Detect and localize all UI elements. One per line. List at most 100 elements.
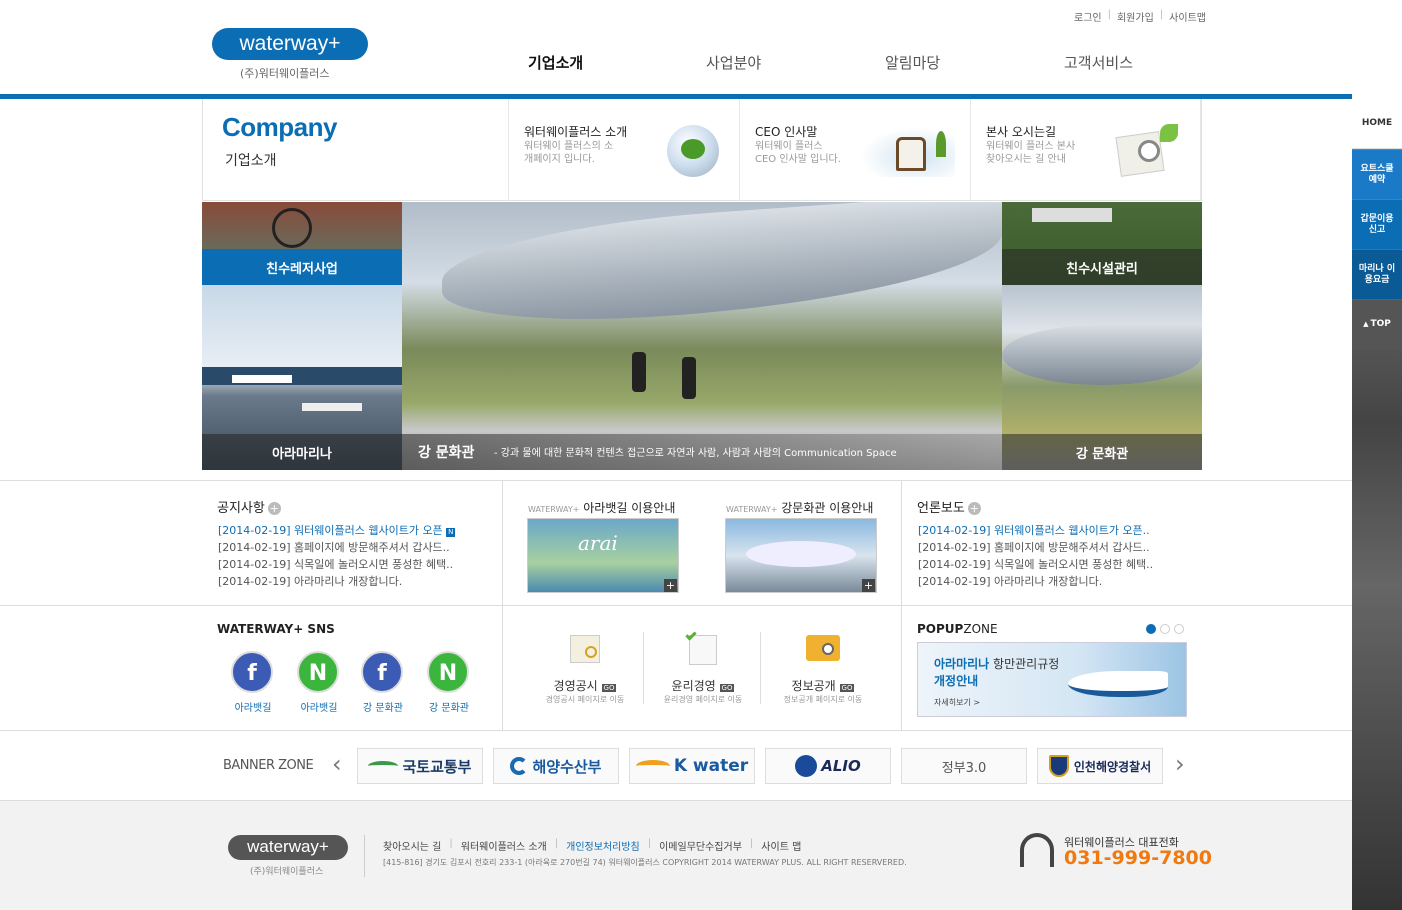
footer-logo-sub: (주)워터웨이플러스 (250, 867, 324, 877)
document-search-icon (570, 635, 600, 663)
divider (901, 480, 902, 730)
popup-title: POPUPZONE (917, 622, 998, 636)
tab-culture-hall[interactable]: 강 문화관 (1002, 434, 1202, 470)
mgmt-disclosure[interactable]: 경영공시 GO 경영공시 페이지로 이동 (545, 635, 625, 705)
main-visual-title: 강 문화관 (418, 445, 475, 461)
cycling-photo (202, 202, 402, 249)
popup-banner[interactable]: 아라마리나 항만관리규정 개정안내 자세히보기 > (917, 642, 1187, 717)
company-box-location[interactable]: 본사 오시는길 워터웨이 플러스 본사 찾아오시는 길 안내 (970, 99, 1201, 201)
company-title: Company (222, 112, 337, 142)
banner-molit[interactable]: 국토교통부 (357, 748, 483, 784)
banner-kwater[interactable]: K water (629, 748, 755, 784)
list-item[interactable]: [2014-02-19] 홈페이지에 방문해주셔서 갑사드.. (918, 539, 1153, 556)
footer-tel: 031-999-7800 (1064, 847, 1212, 869)
guide-hall-title: WATERWAY+ 강문화관 이용안내 (726, 501, 874, 515)
press-section: 언론보도 + (917, 497, 981, 516)
yacht-image (1068, 671, 1168, 697)
popup-pager (1146, 624, 1184, 634)
plus-icon[interactable]: + (664, 579, 677, 592)
pager-dot[interactable] (1146, 624, 1156, 634)
divider (0, 480, 1352, 481)
footer-logo[interactable]: waterway+ (228, 835, 348, 860)
mgmt-info[interactable]: 정보공개 GO 정보공개 페이지로 이동 (783, 635, 863, 705)
company-box-title: CEO 인사말 (755, 125, 818, 139)
footer-link[interactable]: 워터웨이플러스 소개 (461, 838, 547, 853)
pager-dot[interactable] (1160, 624, 1170, 634)
banner-coastguard[interactable]: 인천해양경찰서 (1037, 748, 1163, 784)
guide-ara-image[interactable]: arai + (527, 518, 679, 593)
checklist-icon (685, 629, 717, 665)
company-box-desc: 워터웨이 플러스의 소개페이지 입니다. (524, 141, 614, 165)
quick-marina-fee[interactable]: 마리나 이용요금 (1352, 250, 1402, 299)
login-link[interactable]: 로그인 (1074, 9, 1102, 24)
plus-icon[interactable]: + (967, 502, 981, 515)
alio-logo-icon (795, 755, 818, 777)
main-visual-desc: - 강과 물에 대한 문화적 컨텐츠 접근으로 자연과 사람, 사람과 사람의 … (494, 448, 897, 459)
main-visual: 친수레저사업 아라마리나 강 문화관 - 강과 물에 대한 문화적 컨텐츠 접근… (202, 202, 1202, 470)
footer-link[interactable]: 찾아오시는 길 (383, 838, 441, 853)
quick-lock-report[interactable]: 갑문이용 신고 (1352, 200, 1402, 249)
sns-label: 강 문화관 (363, 703, 403, 714)
list-item[interactable]: [2014-02-19] 워터웨이플러스 웹사이트가 오픈 N (218, 522, 456, 539)
banner-mof[interactable]: 해양수산부 (493, 748, 619, 784)
coastguard-badge-icon (1048, 755, 1069, 777)
tab-leisure[interactable]: 친수레저사업 (202, 249, 402, 285)
pager-dot[interactable] (1174, 624, 1184, 634)
list-item[interactable]: [2014-02-19] 아라마리나 개장합니다. (918, 573, 1153, 590)
sns-link[interactable]: f 강 문화관 (361, 651, 405, 714)
sns-label: 강 문화관 (429, 703, 469, 714)
banner-next-button[interactable]: › (1175, 752, 1185, 776)
quick-yacht-school[interactable]: 요트스쿨 예약 (1352, 150, 1402, 199)
tab-facility[interactable]: 친수시설관리 (1002, 249, 1202, 285)
guide-hall-image[interactable]: + (725, 518, 877, 593)
banner-prev-button[interactable]: ‹ (332, 752, 342, 776)
logo[interactable]: waterway+ (212, 28, 368, 60)
join-link[interactable]: 회원가입 (1117, 9, 1154, 24)
banner-alio[interactable]: ALIO (765, 748, 891, 784)
globe-tree-icon (667, 125, 719, 177)
list-item[interactable]: [2014-02-19] 식목일에 놀러오시면 풍성한 혜택.. (918, 556, 1153, 573)
company-box-intro[interactable]: 워터웨이플러스 소개 워터웨이 플러스의 소개페이지 입니다. (508, 99, 739, 201)
company-box-desc: 워터웨이 플러스 본사 찾아오시는 길 안내 (986, 141, 1076, 165)
quick-home[interactable]: HOME (1352, 99, 1402, 149)
sns-link[interactable]: N 아라뱃길 (297, 651, 341, 714)
divider (502, 480, 503, 730)
divider (0, 730, 1352, 731)
gnb-notice[interactable]: 알림마당 (885, 52, 940, 73)
list-item[interactable]: [2014-02-19] 아라마리나 개장합니다. (218, 573, 455, 590)
sns-link[interactable]: N 강 문화관 (427, 651, 471, 714)
plus-icon[interactable]: + (862, 579, 875, 592)
footer-link[interactable]: 사이트 맵 (761, 838, 801, 853)
company-box-ceo[interactable]: CEO 인사말 워터웨이 플러스 CEO 인사말 입니다. (739, 99, 970, 201)
logo-subtitle: (주)워터웨이플러스 (240, 67, 330, 80)
headset-icon (1020, 833, 1054, 867)
press-list: [2014-02-19] 워터웨이플러스 웹사이트가 오픈.. [2014-02… (918, 522, 1153, 590)
footer-link-privacy[interactable]: 개인정보처리방침 (566, 838, 640, 853)
list-item[interactable]: [2014-02-19] 식목일에 놀러오시면 풍성한 혜택.. (218, 556, 455, 573)
footer-link[interactable]: 이메일무단수집거부 (659, 838, 742, 853)
chair-icon (860, 127, 955, 177)
mgmt-ethics[interactable]: 윤리경영 GO 윤리경영 페이지로 이동 (663, 629, 743, 705)
company-box-desc: 워터웨이 플러스 CEO 인사말 입니다. (755, 141, 841, 165)
company-box-title: 본사 오시는길 (986, 125, 1057, 139)
sns-link[interactable]: f 아라뱃길 (231, 651, 275, 714)
notice-section: 공지사항 + (217, 497, 281, 516)
mof-logo-icon (510, 757, 529, 775)
gnb-business[interactable]: 사업분야 (706, 52, 761, 73)
tab-marina[interactable]: 아라마리나 (202, 434, 402, 470)
sns-label: 아라뱃길 (234, 703, 272, 714)
banner-gov30[interactable]: 정부3.0 (901, 748, 1027, 784)
footer-links: 찾아오시는 길 | 워터웨이플러스 소개 | 개인정보처리방침 | 이메일무단수집거부… (383, 838, 802, 853)
divider (364, 835, 365, 877)
quick-top[interactable]: ▲ TOP (1352, 300, 1402, 349)
quick-menu: HOME 요트스쿨 예약 갑문이용 신고 마리나 이용요금 ▲ TOP (1352, 99, 1402, 910)
list-item[interactable]: [2014-02-19] 워터웨이플러스 웹사이트가 오픈.. (918, 522, 1153, 539)
plus-icon[interactable]: + (267, 502, 281, 515)
gnb-company[interactable]: 기업소개 (528, 52, 583, 73)
list-item[interactable]: [2014-02-19] 홈페이지에 방문해주셔서 갑사드.. (218, 539, 455, 556)
gnb-service[interactable]: 고객서비스 (1064, 52, 1133, 73)
sitemap-link[interactable]: 사이트맵 (1169, 9, 1206, 24)
press-title: 언론보도 (917, 501, 965, 516)
folder-search-icon (806, 635, 840, 661)
sns-title: WATERWAY+ SNS (217, 622, 335, 636)
